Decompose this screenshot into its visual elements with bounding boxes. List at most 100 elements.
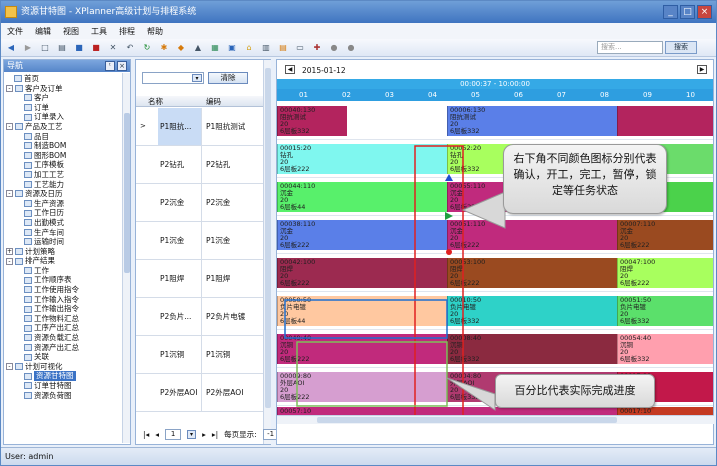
menu-item-5[interactable]: 帮助 bbox=[147, 26, 163, 37]
nav-item-7[interactable]: 制造BOM bbox=[4, 141, 130, 151]
row-name-cell[interactable]: P2负片... bbox=[158, 298, 202, 335]
nav-item-8[interactable]: 图形BOM bbox=[4, 151, 130, 161]
gantt-task-bar[interactable]: 00007:110 沉金 20 6层板222 bbox=[617, 220, 713, 250]
nav-item-27[interactable]: 资源负载汇总 bbox=[4, 333, 130, 343]
table-row[interactable]: > P1阻抗... P1阻抗测试 bbox=[136, 108, 263, 146]
row-code-cell[interactable]: P2沉金 bbox=[204, 184, 262, 221]
gantt-task-bar[interactable]: 00050:50 负片电镀 20 6层板44 bbox=[277, 296, 447, 326]
table-row[interactable]: P2钻孔 P2钻孔 bbox=[136, 146, 263, 184]
nav-item-5[interactable]: - 产品及工艺 bbox=[4, 122, 130, 132]
nav-item-11[interactable]: 工艺能力 bbox=[4, 180, 130, 190]
close-button[interactable]: × bbox=[697, 5, 712, 19]
save-as-icon[interactable]: ■ bbox=[90, 42, 102, 54]
gantt-task-bar[interactable]: 00038:110 沉金 20 6层板222 bbox=[277, 220, 447, 250]
prev-date-button[interactable]: ◀ bbox=[285, 65, 295, 74]
maximize-button[interactable]: □ bbox=[680, 5, 695, 19]
nav-item-14[interactable]: 工作日历 bbox=[4, 208, 130, 218]
window-icon[interactable]: ▭ bbox=[294, 42, 306, 54]
nav-item-2[interactable]: 客户 bbox=[4, 93, 130, 103]
expand-toggle-icon[interactable]: - bbox=[6, 363, 13, 371]
nav-item-32[interactable]: 订单甘特图 bbox=[4, 381, 130, 391]
nav-item-30[interactable]: - 计划可视化 bbox=[4, 362, 130, 372]
chart-icon[interactable]: ▲ bbox=[192, 42, 204, 54]
clear-button[interactable]: 清除 bbox=[208, 72, 248, 84]
gantt-icon[interactable]: ▤ bbox=[277, 42, 289, 54]
table-row[interactable]: P1沉铜 P1沉铜 bbox=[136, 336, 263, 374]
nav-item-26[interactable]: 工序产出汇总 bbox=[4, 323, 130, 333]
home-icon[interactable]: ⌂ bbox=[243, 42, 255, 54]
plugin-icon[interactable]: ✚ bbox=[311, 42, 323, 54]
undo-icon[interactable]: ↶ bbox=[124, 42, 136, 54]
table-row[interactable]: P2负片... P2负片电镀 bbox=[136, 298, 263, 336]
row-name-cell[interactable]: P1沉金 bbox=[158, 222, 202, 259]
gantt-task-bar[interactable]: 00040:130 阻抗测试 20 6层板332 bbox=[277, 106, 347, 136]
pin-icon[interactable]: ᵗ bbox=[105, 61, 115, 71]
nav-item-15[interactable]: 出勤模式 bbox=[4, 218, 130, 228]
nav-item-21[interactable]: 工作顺序表 bbox=[4, 275, 130, 285]
nav-close-icon[interactable]: × bbox=[117, 61, 127, 71]
expand-toggle-icon[interactable]: - bbox=[6, 190, 13, 198]
row-code-cell[interactable]: P2外层AOI bbox=[204, 374, 262, 411]
menu-item-2[interactable]: 视图 bbox=[63, 26, 79, 37]
search-button[interactable]: 搜索 bbox=[665, 41, 697, 54]
row-name-cell[interactable]: P1沉铜 bbox=[158, 336, 202, 373]
row-name-cell[interactable]: P2钻孔 bbox=[158, 146, 202, 183]
grid-scrollbar[interactable] bbox=[263, 60, 271, 444]
gantt-task-bar[interactable]: 00006:130 阻抗测试 20 6层板332 bbox=[447, 106, 617, 136]
resource-filter-select[interactable]: ▾ bbox=[142, 72, 204, 84]
nav-item-24[interactable]: 工作输出指令 bbox=[4, 304, 130, 314]
nav-item-6[interactable]: 品目 bbox=[4, 132, 130, 142]
stop-icon[interactable]: ● bbox=[328, 42, 340, 54]
gantt-task-bar[interactable]: 00053:100 阻焊 20 6层板222 bbox=[447, 258, 617, 288]
nav-item-19[interactable]: - 排产结果 bbox=[4, 256, 130, 266]
gantt-task-bar[interactable]: 00010:50 负片电镀 20 6层板332 bbox=[447, 296, 617, 326]
row-name-cell[interactable]: P2沉金 bbox=[158, 184, 202, 221]
row-code-cell[interactable]: P1沉铜 bbox=[204, 336, 262, 373]
nav-item-33[interactable]: 资源负荷图 bbox=[4, 391, 130, 401]
gantt-task-bar[interactable] bbox=[617, 106, 713, 136]
expand-toggle-icon[interactable]: - bbox=[6, 257, 13, 265]
nav-item-3[interactable]: 订单 bbox=[4, 103, 130, 113]
nav-scrollbar[interactable] bbox=[122, 73, 130, 443]
row-name-cell[interactable]: P2外层AOI bbox=[158, 374, 202, 411]
gantt-task-bar[interactable]: 00009:80 外层AOI 20 6层板222 bbox=[277, 372, 447, 402]
gantt-task-bar[interactable]: 00015:20 钻孔 20 6层板222 bbox=[277, 144, 447, 174]
nav-item-13[interactable]: 生产资源 bbox=[4, 199, 130, 209]
gantt-task-bar[interactable]: 00054:40 沉铜 20 6层板332 bbox=[617, 334, 713, 364]
gantt-task-bar[interactable]: 00049:40 沉铜 20 6层板222 bbox=[277, 334, 447, 364]
nav-item-18[interactable]: + 计划策略 bbox=[4, 247, 130, 257]
menu-item-3[interactable]: 工具 bbox=[91, 26, 107, 37]
gantt-task-bar[interactable]: 00047:100 阻焊 20 6层板222 bbox=[617, 258, 713, 288]
next-date-button[interactable]: ▶ bbox=[697, 65, 707, 74]
nav-item-28[interactable]: 资源产出汇总 bbox=[4, 343, 130, 353]
prev-page-button[interactable]: ◂ bbox=[155, 430, 159, 439]
nav-item-4[interactable]: 订单录入 bbox=[4, 112, 130, 122]
nav-item-1[interactable]: - 客户及订单 bbox=[4, 84, 130, 94]
forward-icon[interactable]: ▶ bbox=[22, 42, 34, 54]
nav-item-23[interactable]: 工作输入指令 bbox=[4, 295, 130, 305]
menu-item-4[interactable]: 排程 bbox=[119, 26, 135, 37]
row-name-cell[interactable]: P1阻焊 bbox=[158, 260, 202, 297]
nav-item-25[interactable]: 工作物料汇总 bbox=[4, 314, 130, 324]
nav-item-17[interactable]: 运输时间 bbox=[4, 237, 130, 247]
row-name-cell[interactable]: P1阻抗... bbox=[158, 108, 202, 145]
gantt-horizontal-scrollbar[interactable] bbox=[277, 415, 714, 424]
expand-toggle-icon[interactable]: - bbox=[6, 84, 13, 92]
report-icon[interactable]: ▦ bbox=[209, 42, 221, 54]
gantt-task-bar[interactable]: 00051:50 负片电镀 20 6层板332 bbox=[617, 296, 713, 326]
schedule-icon[interactable]: ◆ bbox=[175, 42, 187, 54]
search-input[interactable]: 搜索... bbox=[597, 41, 663, 54]
gantt-task-bar[interactable]: 00051:110 沉金 20 6层板222 bbox=[447, 220, 617, 250]
nav-item-12[interactable]: - 资源及日历 bbox=[4, 189, 130, 199]
back-icon[interactable]: ◀ bbox=[5, 42, 17, 54]
export-icon[interactable]: ▣ bbox=[226, 42, 238, 54]
save-icon[interactable]: ■ bbox=[73, 42, 85, 54]
gantt-task-bar[interactable]: 00008:40 沉铜 20 6层板332 bbox=[447, 334, 617, 364]
expand-toggle-icon[interactable]: + bbox=[6, 247, 13, 255]
col-code-header[interactable]: 编码 bbox=[206, 96, 221, 107]
nav-item-0[interactable]: 首页 bbox=[4, 74, 130, 84]
nav-item-29[interactable]: 关联 bbox=[4, 352, 130, 362]
table-row[interactable]: P2沉金 P2沉金 bbox=[136, 184, 263, 222]
menu-item-1[interactable]: 编辑 bbox=[35, 26, 51, 37]
page-dropdown-icon[interactable]: ▾ bbox=[187, 429, 197, 439]
